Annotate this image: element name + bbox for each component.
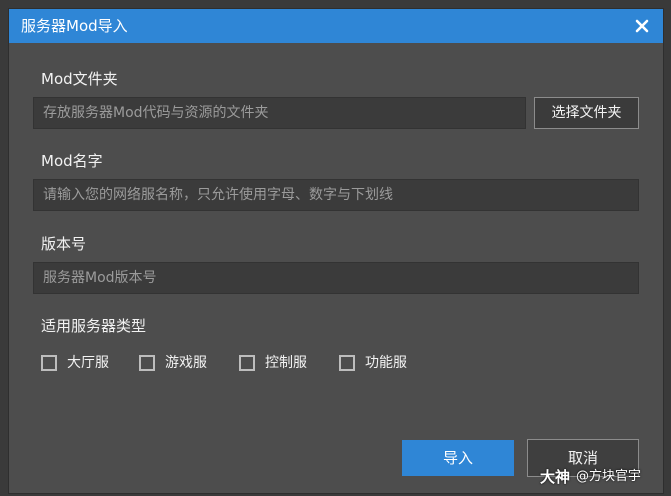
mod-name-label: Mod名字 bbox=[41, 152, 103, 170]
watermark-logo: 大神 bbox=[540, 468, 571, 486]
checkbox-game-server[interactable]: 游戏服 bbox=[139, 352, 207, 374]
checkbox-box[interactable] bbox=[339, 355, 355, 371]
close-button[interactable] bbox=[629, 13, 655, 39]
checkbox-label: 大厅服 bbox=[67, 355, 109, 371]
server-type-label: 适用服务器类型 bbox=[41, 317, 147, 335]
checkbox-function-server[interactable]: 功能服 bbox=[339, 352, 407, 374]
mod-folder-label: Mod文件夹 bbox=[41, 70, 118, 88]
checkbox-control-server[interactable]: 控制服 bbox=[239, 352, 307, 374]
checkbox-box[interactable] bbox=[239, 355, 255, 371]
version-label: 版本号 bbox=[41, 235, 87, 253]
close-icon bbox=[635, 19, 649, 33]
checkbox-label: 功能服 bbox=[365, 355, 407, 371]
checkbox-label: 游戏服 bbox=[165, 355, 207, 371]
watermark: 大神 @方块官宇 bbox=[540, 468, 641, 486]
choose-folder-button[interactable]: 选择文件夹 bbox=[534, 97, 639, 129]
mod-name-input[interactable]: 请输入您的网络服名称，只允许使用字母、数字与下划线 bbox=[33, 179, 639, 211]
import-button[interactable]: 导入 bbox=[402, 440, 514, 476]
checkbox-label: 控制服 bbox=[265, 355, 307, 371]
import-dialog: 服务器Mod导入 Mod文件夹 存放服务器Mod代码与资源的文件夹 选择文件夹 … bbox=[8, 8, 664, 494]
watermark-text: @方块官宇 bbox=[576, 469, 642, 484]
version-input[interactable]: 服务器Mod版本号 bbox=[33, 262, 639, 294]
checkbox-lobby-server[interactable]: 大厅服 bbox=[41, 352, 109, 374]
dialog-title: 服务器Mod导入 bbox=[21, 17, 128, 35]
checkbox-box[interactable] bbox=[139, 355, 155, 371]
mod-folder-input[interactable]: 存放服务器Mod代码与资源的文件夹 bbox=[33, 97, 526, 129]
checkbox-box[interactable] bbox=[41, 355, 57, 371]
dialog-titlebar: 服务器Mod导入 bbox=[9, 9, 663, 43]
